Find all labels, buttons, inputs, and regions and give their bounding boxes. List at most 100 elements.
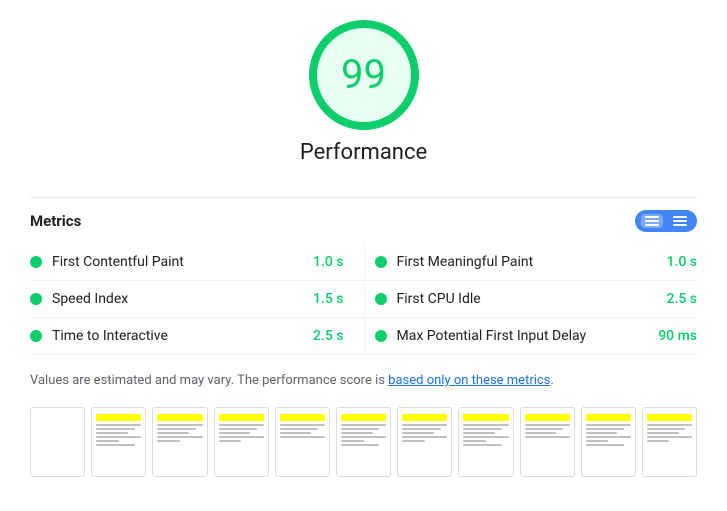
frame-content-6 (337, 408, 390, 476)
frame-lines-2 (96, 414, 141, 448)
footnote-text-after: . (550, 373, 553, 388)
gray-line (219, 436, 264, 438)
frame-lines-8 (463, 414, 508, 448)
filmstrip-frame-7 (397, 407, 452, 477)
filmstrip-frame-8 (458, 407, 513, 477)
gray-line (157, 440, 180, 442)
metric-name-fcp: First Contentful Paint (52, 254, 305, 270)
frame-content-8 (459, 408, 512, 476)
score-value: 99 (341, 55, 386, 95)
footnote-link[interactable]: based only on these metrics (388, 373, 550, 388)
gray-line (219, 440, 242, 442)
frame-lines-5 (280, 414, 325, 440)
gray-line (525, 432, 557, 434)
gray-line (219, 424, 264, 426)
filmstrip-frame-1 (30, 407, 85, 477)
gray-line (341, 424, 386, 426)
view-toggle (635, 210, 697, 232)
metrics-header: Metrics (30, 197, 697, 232)
metric-name-tti: Time to Interactive (52, 328, 305, 344)
gray-line (525, 428, 563, 430)
gray-line (463, 440, 486, 442)
metric-value-fci: 2.5 s (667, 291, 698, 307)
metric-name-fci: First CPU Idle (397, 291, 659, 307)
filmstrip-frame-9 (520, 407, 575, 477)
gray-line (586, 424, 631, 426)
metric-value-fid: 90 ms (658, 328, 697, 344)
frame-content-7 (398, 408, 451, 476)
gray-line (96, 440, 119, 442)
filmstrip-frame-6 (336, 407, 391, 477)
gray-line (463, 432, 495, 434)
metrics-grid: First Contentful Paint 1.0 s First Meani… (30, 244, 697, 355)
grid-icon (673, 216, 687, 226)
gray-line (402, 432, 434, 434)
gray-line (280, 436, 325, 438)
filmstrip-frame-10 (581, 407, 636, 477)
frame-lines-4 (219, 414, 264, 444)
yellow-bar (341, 414, 386, 421)
filmstrip-frame-2 (91, 407, 146, 477)
gray-line (586, 440, 609, 442)
gray-line (647, 432, 679, 434)
metric-dot-fmp (375, 256, 387, 268)
metric-row-fcp: First Contentful Paint 1.0 s (30, 244, 364, 281)
yellow-bar (586, 414, 631, 421)
gray-line (219, 428, 257, 430)
metric-dot-tti (30, 330, 42, 342)
frame-lines-3 (157, 414, 202, 444)
metric-row-si: Speed Index 1.5 s (30, 281, 364, 318)
gray-line (647, 424, 692, 426)
frame-lines-10 (586, 414, 631, 448)
score-label: Performance (300, 140, 427, 165)
yellow-bar (157, 414, 202, 421)
metric-name-fmp: First Meaningful Paint (397, 254, 659, 270)
gray-line (157, 432, 189, 434)
frame-content-4 (215, 408, 268, 476)
score-section: 99 Performance (30, 20, 697, 181)
gray-line (463, 428, 501, 430)
metric-row-fci: First CPU Idle 2.5 s (364, 281, 698, 318)
metric-name-fid: Max Potential First Input Delay (397, 328, 651, 344)
metric-row-fmp: First Meaningful Paint 1.0 s (364, 244, 698, 281)
frame-content-5 (276, 408, 329, 476)
gray-line (525, 424, 570, 426)
frame-content-3 (153, 408, 206, 476)
metrics-title: Metrics (30, 212, 81, 230)
gray-line (219, 432, 251, 434)
gray-line (96, 444, 134, 446)
gray-line (341, 428, 379, 430)
frame-content-2 (92, 408, 145, 476)
gray-line (402, 428, 440, 430)
grid-view-button[interactable] (669, 214, 691, 228)
gray-line (96, 424, 141, 426)
frame-content-9 (521, 408, 574, 476)
gray-line (402, 424, 447, 426)
gray-line (586, 444, 624, 446)
gray-line (341, 444, 379, 446)
metric-value-si: 1.5 s (313, 291, 344, 307)
yellow-bar (647, 414, 692, 421)
gray-line (463, 424, 508, 426)
gray-line (586, 432, 618, 434)
gray-line (96, 432, 128, 434)
metric-value-tti: 2.5 s (313, 328, 344, 344)
score-circle: 99 (309, 20, 419, 130)
gray-line (463, 444, 501, 446)
gray-line (402, 440, 425, 442)
gray-line (157, 428, 195, 430)
list-icon (645, 216, 659, 226)
gray-line (341, 440, 364, 442)
metric-dot-fci (375, 293, 387, 305)
metric-name-si: Speed Index (52, 291, 305, 307)
frame-content-11 (643, 408, 696, 476)
metric-value-fmp: 1.0 s (667, 254, 698, 270)
frame-lines-9 (525, 414, 570, 440)
list-view-button[interactable] (641, 214, 663, 228)
metric-dot-si (30, 293, 42, 305)
gray-line (280, 428, 318, 430)
gray-line (96, 428, 134, 430)
gray-line (341, 432, 373, 434)
metric-dot-fid (375, 330, 387, 342)
gray-line (341, 436, 386, 438)
